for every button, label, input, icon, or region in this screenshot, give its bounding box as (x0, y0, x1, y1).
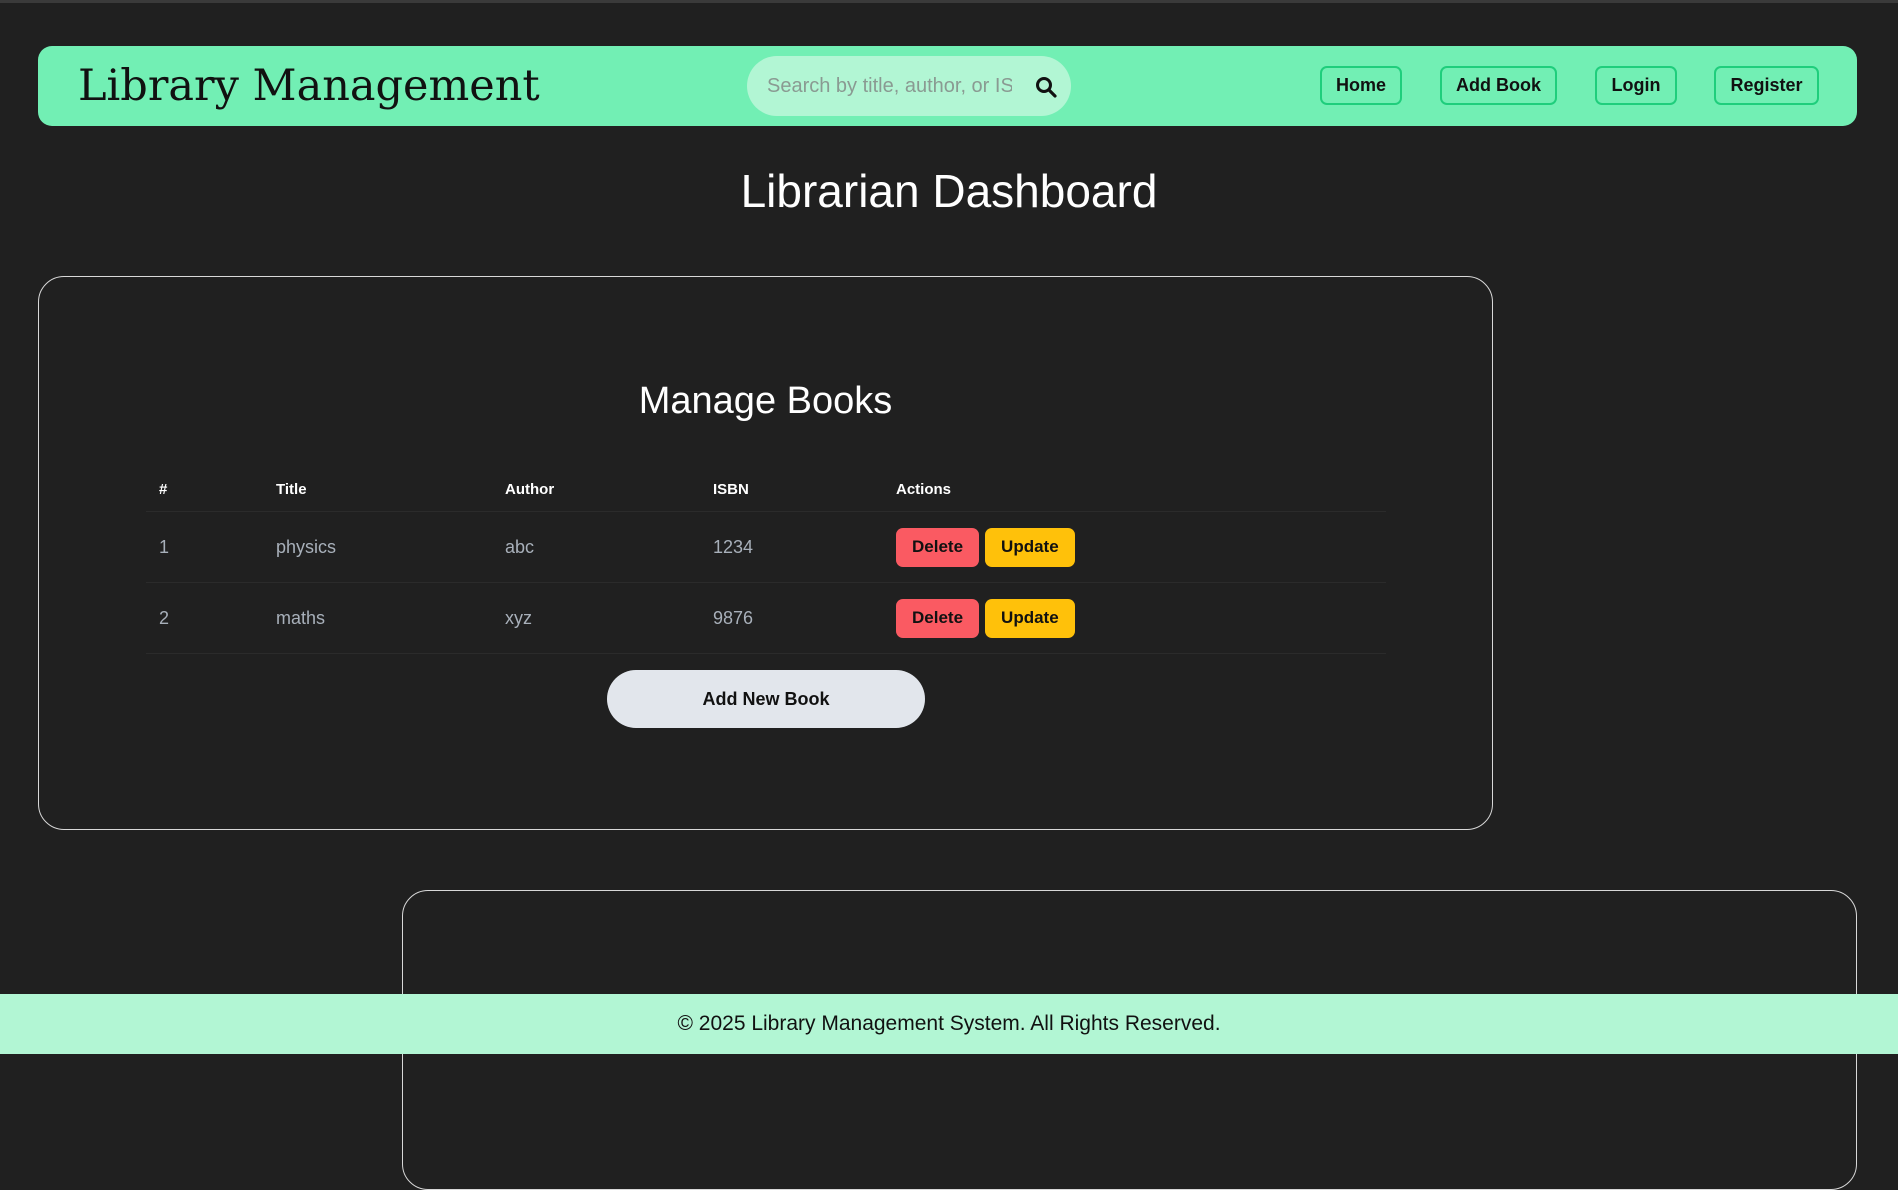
nav-home-button[interactable]: Home (1320, 66, 1402, 105)
search-icon[interactable] (1034, 75, 1058, 99)
delete-button[interactable]: Delete (896, 598, 980, 638)
nav-add-book-button[interactable]: Add Book (1440, 66, 1557, 105)
manage-books-card: Manage Books # Title Author ISBN Actions… (38, 276, 1493, 830)
column-header-actions: Actions (883, 467, 1386, 512)
column-header-author: Author (492, 467, 700, 512)
nav-login-button[interactable]: Login (1595, 66, 1677, 105)
cell-actions: Delete Update (883, 511, 1386, 583)
brand-title: Library Management (78, 61, 540, 111)
page-title: Librarian Dashboard (740, 165, 1158, 217)
search-bar (747, 56, 1071, 116)
cell-author: abc (492, 511, 700, 583)
table-header-row: # Title Author ISBN Actions (146, 467, 1386, 512)
table-row: 1 physics abc 1234 Delete Update (146, 511, 1386, 583)
nav-register-button[interactable]: Register (1714, 66, 1819, 105)
update-button[interactable]: Update (985, 527, 1075, 567)
add-new-book-button[interactable]: Add New Book (607, 670, 925, 728)
footer-text: © 2025 Library Management System. All Ri… (677, 1012, 1221, 1035)
section-title: Manage Books (638, 380, 893, 422)
books-table: # Title Author ISBN Actions 1 physics ab… (146, 467, 1386, 654)
cell-isbn: 9876 (700, 582, 883, 654)
cell-title: maths (263, 582, 492, 654)
cell-author: xyz (492, 582, 700, 654)
delete-button[interactable]: Delete (896, 527, 980, 567)
column-header-num: # (146, 467, 263, 512)
cell-title: physics (263, 511, 492, 583)
cell-num: 1 (146, 511, 263, 583)
column-header-title: Title (263, 467, 492, 512)
cell-num: 2 (146, 582, 263, 654)
table-row: 2 maths xyz 9876 Delete Update (146, 582, 1386, 654)
cell-actions: Delete Update (883, 582, 1386, 654)
footer: © 2025 Library Management System. All Ri… (0, 994, 1898, 1054)
cell-isbn: 1234 (700, 511, 883, 583)
search-input[interactable] (767, 70, 1012, 102)
navbar: Library Management Home Add Book Login R… (38, 46, 1857, 126)
update-button[interactable]: Update (985, 598, 1075, 638)
column-header-isbn: ISBN (700, 467, 883, 512)
